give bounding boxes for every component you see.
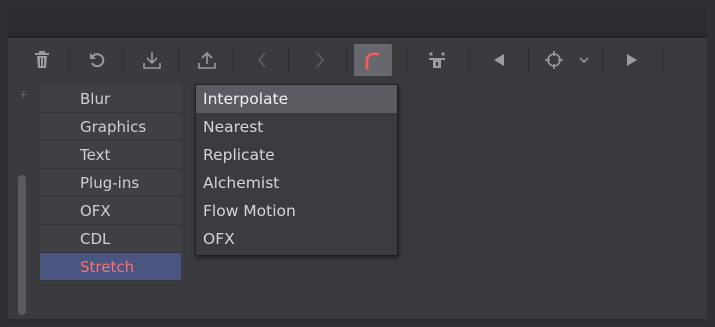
toolbar-separator	[288, 46, 289, 74]
reset-icon[interactable]	[81, 44, 113, 76]
chevron-right-icon[interactable]	[304, 44, 336, 76]
list-item-stretch[interactable]: Stretch	[40, 253, 181, 281]
toolbar-separator	[468, 46, 469, 74]
toolbar-separator	[233, 46, 234, 74]
transform-icon[interactable]	[421, 44, 453, 76]
scrollbar-thumb[interactable]	[18, 175, 26, 315]
effects-list: Blur Graphics Text Plug-ins OFX CDL Stre…	[40, 85, 181, 281]
menu-item-nearest[interactable]: Nearest	[196, 113, 397, 141]
list-item-plug-ins[interactable]: Plug-ins	[40, 169, 181, 197]
next-keyframe-icon[interactable]	[616, 44, 648, 76]
menu-item-replicate[interactable]: Replicate	[196, 141, 397, 169]
previous-keyframe-icon[interactable]	[483, 44, 515, 76]
toolbar-separator	[178, 46, 179, 74]
toolbar-separator	[123, 46, 124, 74]
toolbar-separator	[406, 46, 407, 74]
menu-item-interpolate[interactable]: Interpolate	[196, 85, 397, 113]
list-item-blur[interactable]: Blur	[40, 85, 181, 113]
list-item-graphics[interactable]: Graphics	[40, 113, 181, 141]
toolbar-separator	[528, 46, 529, 74]
list-item-ofx[interactable]: OFX	[40, 197, 181, 225]
menu-item-flow-motion[interactable]: Flow Motion	[196, 197, 397, 225]
curve-tool-icon[interactable]	[354, 44, 392, 76]
interpolation-dropdown-menu: Interpolate Nearest Replicate Alchemist …	[195, 84, 398, 256]
chevron-left-icon[interactable]	[246, 44, 278, 76]
upload-icon[interactable]	[191, 44, 223, 76]
toolbar-separator	[346, 46, 347, 74]
toolbar	[8, 37, 707, 83]
list-item-cdl[interactable]: CDL	[40, 225, 181, 253]
keyframe-target-icon[interactable]	[538, 44, 570, 76]
toolbar-separator	[68, 46, 69, 74]
chevron-down-icon[interactable]	[574, 44, 594, 76]
plus-icon[interactable]: +	[19, 88, 28, 101]
menu-item-ofx[interactable]: OFX	[196, 225, 397, 253]
top-bar	[8, 8, 707, 37]
panel-bottom-border	[8, 319, 707, 321]
trash-icon[interactable]	[26, 44, 58, 76]
menu-item-alchemist[interactable]: Alchemist	[196, 169, 397, 197]
list-item-text[interactable]: Text	[40, 141, 181, 169]
toolbar-separator	[602, 46, 603, 74]
download-icon[interactable]	[136, 44, 168, 76]
toolbar-separator	[662, 46, 663, 74]
